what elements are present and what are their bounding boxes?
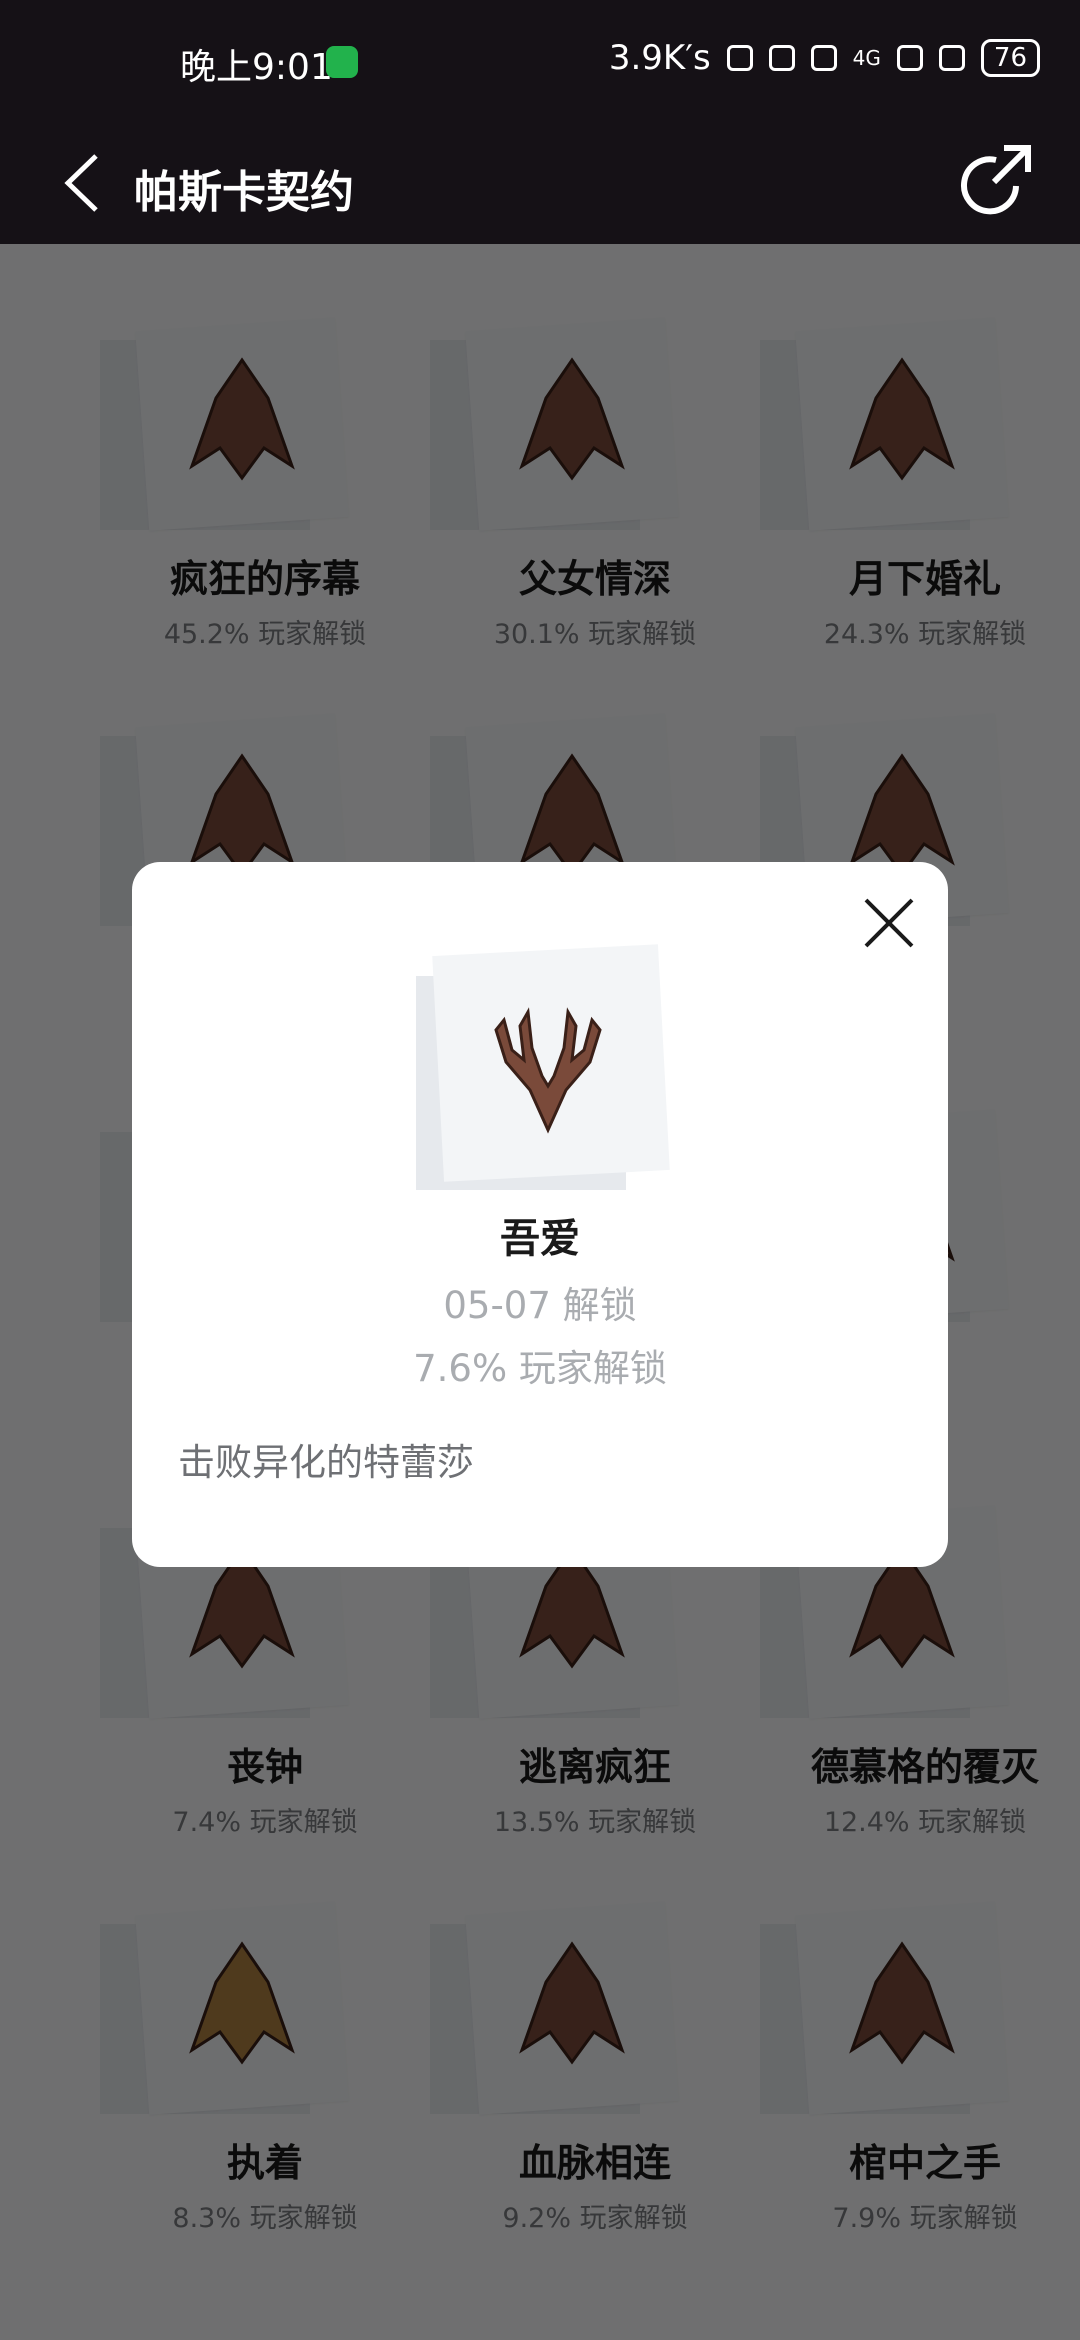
achievement-badge [416,944,676,1200]
hotspot-icon [938,45,965,71]
achievement-description: 击败异化的特蕾莎 [178,1441,474,1484]
alarm-icon [810,45,837,71]
achievement-dialog: 吾爱 05-07 解锁 7.6% 玩家解锁 击败异化的特蕾莎 [132,862,948,1567]
network-type: 4G [852,46,881,70]
bluetooth-icon [726,45,753,71]
battery-indicator: 76 [980,39,1040,77]
status-time: 晚上9:01 [180,47,333,88]
wechat-notification-icon [326,46,358,78]
vibrate-icon [768,45,795,71]
achievement-name: 吾爱 [500,1216,580,1262]
close-icon[interactable] [856,890,922,956]
page-title: 帕斯卡契约 [134,167,354,218]
status-bar: 晚上9:01 3.9K′s 4G 76 [0,0,1080,126]
status-icons: 3.9K′s 4G 76 [609,38,1040,78]
unlock-date: 05-07 解锁 [443,1284,637,1327]
signal-icon [896,45,923,71]
share-icon[interactable] [956,140,1036,220]
antler-emblem-icon [494,1007,602,1134]
app-bar: 帕斯卡契约 [0,126,1080,244]
unlock-percent: 7.6% 玩家解锁 [413,1347,667,1390]
back-arrow-icon[interactable] [54,148,114,218]
network-speed: 3.9K′s [608,38,711,78]
